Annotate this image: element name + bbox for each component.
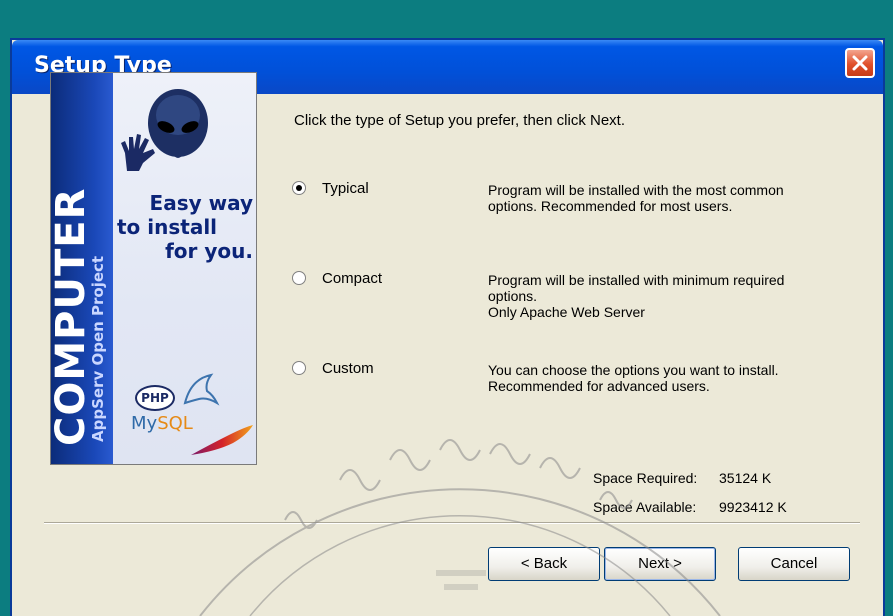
close-icon: [852, 55, 868, 71]
radio-custom[interactable]: [292, 361, 306, 375]
mysql-logo-sql: SQL: [157, 413, 193, 434]
space-required-label: Space Required:: [593, 470, 698, 486]
description-line: Program will be installed with the most …: [488, 182, 784, 198]
tagline-line-2: to install: [117, 215, 218, 239]
description-line: Only Apache Web Server: [488, 304, 645, 320]
option-compact-description: Program will be installed with minimum r…: [488, 272, 848, 320]
description-line: Program will be installed with minimum r…: [488, 272, 785, 288]
apache-feather-icon: [191, 425, 253, 455]
tagline-line-1: Easy way: [149, 191, 253, 215]
close-button[interactable]: [845, 48, 875, 78]
option-compact-label[interactable]: Compact: [322, 270, 382, 287]
space-available-value: 9923412 K: [719, 499, 787, 515]
button-separator: [44, 522, 860, 524]
banner-vertical-title: COMPUTER: [50, 187, 94, 446]
hand-icon: [121, 134, 155, 171]
banner-image: COMPUTER AppServ Open Project Easy way t…: [50, 72, 257, 465]
dolphin-icon: [183, 373, 220, 406]
description-line: options. Recommended for most users.: [488, 198, 733, 214]
space-available-label: Space Available:: [593, 499, 697, 515]
space-required-value: 35124 K: [719, 470, 772, 486]
banner-tagline: Easy way to install for you.: [117, 191, 253, 263]
next-button[interactable]: Next >: [604, 547, 716, 581]
space-available: Space Available: 9923412 K: [593, 499, 787, 515]
option-typical-label[interactable]: Typical: [322, 180, 369, 197]
mysql-logo: MySQL: [131, 413, 193, 434]
banner-vertical-text: COMPUTER AppServ Open Project: [50, 187, 107, 446]
php-logo: PHP: [135, 385, 175, 411]
cancel-button[interactable]: Cancel: [738, 547, 850, 581]
radio-typical[interactable]: [292, 181, 306, 195]
back-button[interactable]: < Back: [488, 547, 600, 581]
description-line: Recommended for advanced users.: [488, 378, 710, 394]
setup-prompt: Click the type of Setup you prefer, then…: [294, 112, 625, 129]
option-typical-description: Program will be installed with the most …: [488, 182, 848, 214]
description-line: You can choose the options you want to i…: [488, 362, 779, 378]
space-required: Space Required: 35124 K: [593, 470, 771, 486]
option-custom-description: You can choose the options you want to i…: [488, 362, 848, 394]
tagline-line-3: for you.: [165, 239, 253, 263]
radio-compact[interactable]: [292, 271, 306, 285]
description-line: options.: [488, 288, 538, 304]
option-custom-label[interactable]: Custom: [322, 360, 374, 377]
